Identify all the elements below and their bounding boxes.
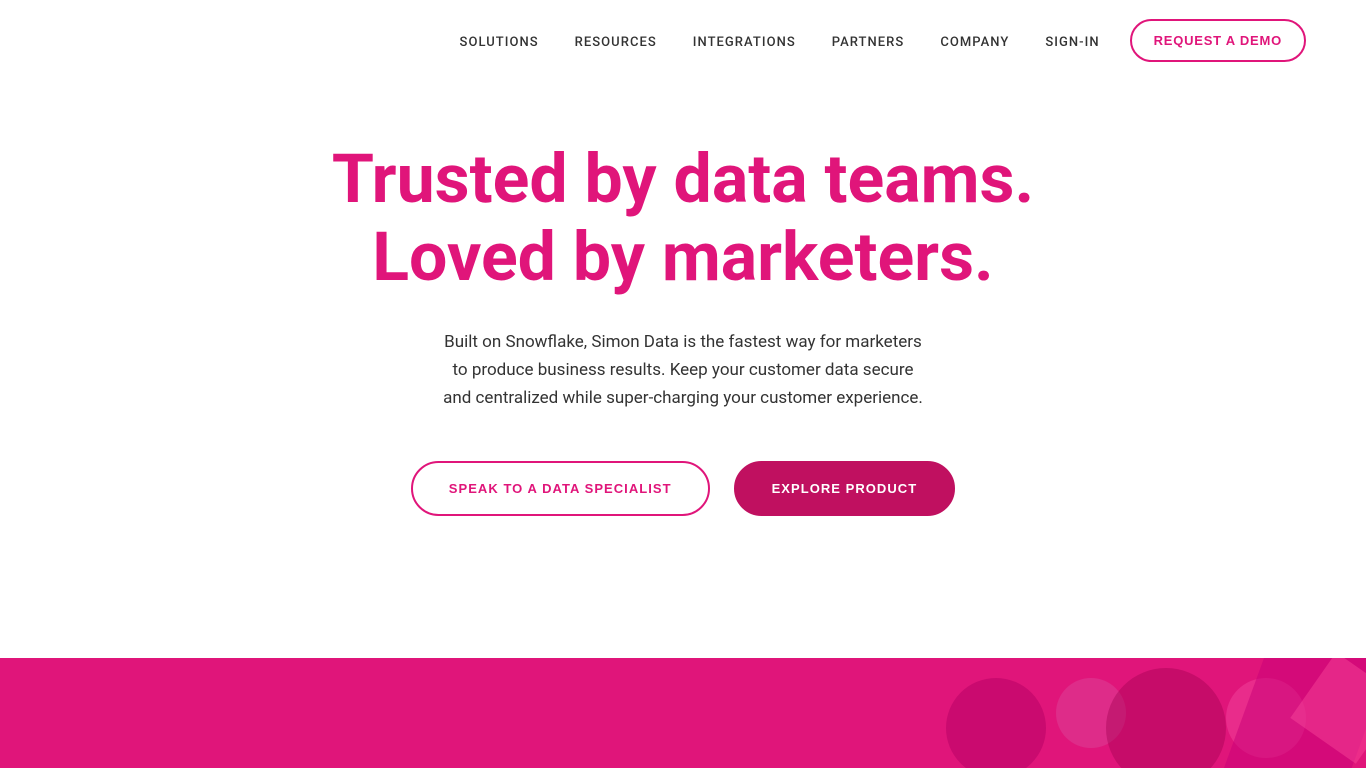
nav-item-partners[interactable]: PARTNERS <box>832 31 905 50</box>
main-nav: SOLUTIONS RESOURCES INTEGRATIONS PARTNER… <box>0 0 1366 80</box>
hero-section: Trusted by data teams. Loved by marketer… <box>0 80 1366 556</box>
nav-link-integrations[interactable]: INTEGRATIONS <box>693 35 796 50</box>
hero-subtitle: Built on Snowflake, Simon Data is the fa… <box>443 328 923 412</box>
nav-item-company[interactable]: COMPANY <box>940 31 1009 50</box>
hero-title-line2: Loved by marketers. <box>372 217 993 297</box>
hero-title-line1: Trusted by data teams. <box>332 139 1034 219</box>
hero-title: Trusted by data teams. Loved by marketer… <box>332 140 1034 296</box>
nav-item-sign-in[interactable]: SIGN-IN <box>1045 31 1099 50</box>
nav-link-resources[interactable]: RESOURCES <box>575 35 657 50</box>
nav-link-sign-in[interactable]: SIGN-IN <box>1045 35 1099 50</box>
nav-item-integrations[interactable]: INTEGRATIONS <box>693 31 796 50</box>
hero-buttons: SPEAK TO A DATA SPECIALIST EXPLORE PRODU… <box>411 461 955 516</box>
explore-product-button[interactable]: EXPLORE PRODUCT <box>734 461 956 516</box>
speak-to-specialist-button[interactable]: SPEAK TO A DATA SPECIALIST <box>411 461 710 516</box>
nav-links: SOLUTIONS RESOURCES INTEGRATIONS PARTNER… <box>460 31 1100 50</box>
nav-link-partners[interactable]: PARTNERS <box>832 35 905 50</box>
decorative-circle-3 <box>1106 668 1226 768</box>
decorative-circle-1 <box>946 678 1046 768</box>
nav-item-solutions[interactable]: SOLUTIONS <box>460 31 539 50</box>
request-demo-button[interactable]: REQUEST A DEMO <box>1130 19 1306 62</box>
bottom-banner <box>0 658 1366 768</box>
nav-link-company[interactable]: COMPANY <box>940 35 1009 50</box>
nav-item-resources[interactable]: RESOURCES <box>575 31 657 50</box>
nav-link-solutions[interactable]: SOLUTIONS <box>460 35 539 50</box>
